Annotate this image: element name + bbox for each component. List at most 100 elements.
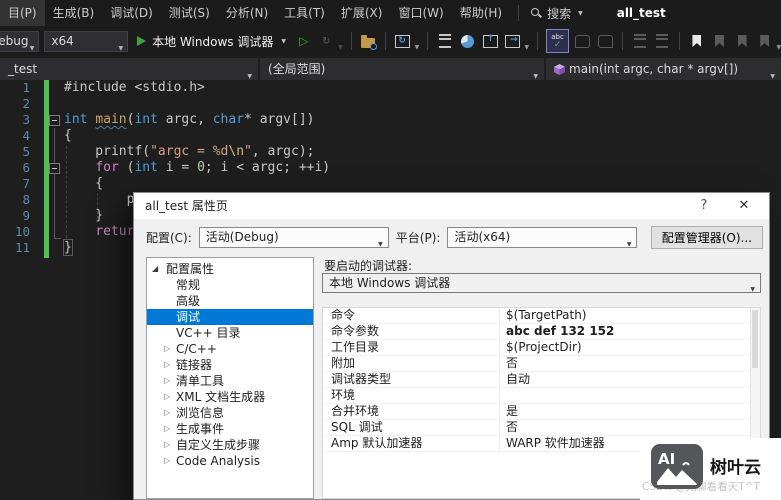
overflow-chevron-icon[interactable]: ▼ bbox=[776, 44, 781, 51]
menu-item-3[interactable]: 测试(S) bbox=[161, 0, 218, 26]
code-line-3[interactable]: int main(int argc, char* argv[]) bbox=[64, 112, 315, 128]
comment-icon[interactable] bbox=[574, 31, 592, 51]
tree-item-生成事件[interactable]: ▷生成事件 bbox=[147, 421, 313, 437]
code-line-1[interactable]: #include <stdio.h> bbox=[64, 80, 205, 96]
tree-collapsed-icon[interactable]: ▷ bbox=[164, 389, 170, 405]
tree-item-配置属性[interactable]: ◢配置属性 bbox=[147, 261, 313, 277]
menu-item-0[interactable]: 目(P) bbox=[0, 0, 45, 26]
property-row-SQL 调试[interactable]: SQL 调试否 bbox=[323, 420, 760, 436]
list-icon[interactable] bbox=[436, 31, 454, 51]
tree-item-XML 文档生成器[interactable]: ▷XML 文档生成器 bbox=[147, 389, 313, 405]
scope-dropdown[interactable]: (全局范围)▼ bbox=[260, 58, 544, 80]
property-value[interactable]: $(ProjectDir) bbox=[500, 340, 760, 355]
menu-item-7[interactable]: 窗口(W) bbox=[390, 0, 451, 26]
tree-item-清单工具[interactable]: ▷清单工具 bbox=[147, 373, 313, 389]
overflow-chevron-icon[interactable]: ▼ bbox=[524, 44, 529, 51]
tree-collapsed-icon[interactable]: ▷ bbox=[164, 405, 170, 421]
tree-item-label: 浏览信息 bbox=[176, 405, 224, 421]
tree-item-Code Analysis[interactable]: ▷Code Analysis bbox=[147, 453, 313, 469]
dialog-title-bar[interactable]: all_test 属性页 ? ✕ bbox=[134, 193, 769, 219]
menu-item-4[interactable]: 分析(N) bbox=[218, 0, 276, 26]
tree-item-高级[interactable]: 高级 bbox=[147, 293, 313, 309]
property-tree[interactable]: ◢配置属性常规高级调试VC++ 目录▷C/C++▷链接器▷清单工具▷XML 文档… bbox=[146, 257, 314, 499]
start-without-debugging-button[interactable]: ▷ bbox=[295, 31, 313, 51]
line-number: 3 bbox=[0, 112, 30, 128]
fold-collapse-icon[interactable] bbox=[49, 163, 60, 174]
overflow-chevron-icon[interactable]: ▼ bbox=[338, 44, 343, 51]
close-icon[interactable]: ✕ bbox=[729, 193, 759, 219]
menu-item-8[interactable]: 帮助(H) bbox=[452, 0, 510, 26]
start-debug-button[interactable]: 本地 Windows 调试器 ▼ bbox=[133, 33, 290, 50]
property-value[interactable]: 是 bbox=[500, 404, 760, 419]
property-row-命令参数[interactable]: 命令参数abc def 132 152 bbox=[323, 324, 760, 340]
pie-chart-icon[interactable] bbox=[459, 31, 477, 51]
tree-expanded-icon[interactable]: ◢ bbox=[152, 261, 158, 277]
debugger-combo[interactable]: 本地 Windows 调试器▼ bbox=[322, 273, 761, 293]
code-line-4[interactable]: { bbox=[64, 128, 72, 144]
box-up-arrow-icon[interactable]: ↑ bbox=[481, 31, 499, 51]
box-right-arrow-icon[interactable]: → bbox=[504, 31, 522, 51]
line-number: 7 bbox=[0, 176, 30, 192]
member-dropdown[interactable]: main(int argc, char * argv[])▼ bbox=[546, 58, 781, 80]
clear-bookmarks-icon[interactable] bbox=[756, 31, 774, 51]
uncomment-icon[interactable] bbox=[597, 31, 615, 51]
tree-collapsed-icon[interactable]: ▷ bbox=[164, 437, 170, 453]
next-bookmark-icon[interactable] bbox=[733, 31, 751, 51]
property-row-调试器类型[interactable]: 调试器类型自动 bbox=[323, 372, 760, 388]
code-line-6[interactable]: for (int i = 0; i < argc; ++i) bbox=[64, 160, 330, 176]
property-row-合并环境[interactable]: 合并环境是 bbox=[323, 404, 760, 420]
chevron-down-icon: ▼ bbox=[750, 281, 755, 299]
indent-decrease-icon[interactable] bbox=[631, 31, 649, 51]
configuration-manager-button[interactable]: 配置管理器(O)... bbox=[651, 226, 763, 249]
chevron-down-icon: ▼ bbox=[770, 66, 775, 80]
tree-item-VC++ 目录[interactable]: VC++ 目录 bbox=[147, 325, 313, 341]
tree-collapsed-icon[interactable]: ▷ bbox=[164, 421, 170, 437]
abc-check-icon[interactable]: abc✓ bbox=[546, 29, 569, 53]
search-box[interactable]: 搜索 ▼ bbox=[527, 5, 587, 22]
dialog-configuration-combo[interactable]: 活动(Debug)▼ bbox=[199, 227, 389, 248]
tree-item-调试[interactable]: 调试 bbox=[147, 309, 313, 325]
platform-combo[interactable]: x64▼ bbox=[44, 31, 128, 52]
tree-item-常规[interactable]: 常规 bbox=[147, 277, 313, 293]
code-line-11[interactable]: } bbox=[64, 240, 72, 256]
property-value[interactable]: 否 bbox=[500, 420, 760, 435]
property-value[interactable]: 自动 bbox=[500, 372, 760, 387]
tree-collapsed-icon[interactable]: ▷ bbox=[164, 373, 170, 389]
menu-item-6[interactable]: 扩展(X) bbox=[333, 0, 391, 26]
property-value[interactable] bbox=[500, 388, 760, 403]
property-value[interactable]: abc def 132 152 bbox=[500, 324, 760, 339]
overflow-chevron-icon[interactable]: ▼ bbox=[415, 44, 420, 51]
indent-increase-icon[interactable] bbox=[654, 31, 672, 51]
property-row-环境[interactable]: 环境 bbox=[323, 388, 760, 404]
tree-collapsed-icon[interactable]: ▷ bbox=[164, 453, 170, 469]
property-row-命令[interactable]: 命令$(TargetPath) bbox=[323, 308, 760, 324]
tree-item-链接器[interactable]: ▷ 链接器 bbox=[147, 357, 313, 373]
folder-search-icon[interactable] bbox=[360, 31, 378, 51]
help-button[interactable]: ? bbox=[691, 193, 717, 219]
menu-item-2[interactable]: 调试(D) bbox=[102, 0, 161, 26]
tree-collapsed-icon[interactable]: ▷ bbox=[164, 341, 170, 357]
restart-button[interactable]: ↻ bbox=[318, 31, 336, 51]
tree-item-C/C++[interactable]: ▷C/C++ bbox=[147, 341, 313, 357]
window-sync-icon[interactable]: ↻ bbox=[394, 31, 412, 51]
tree-collapsed-icon[interactable]: ▷ bbox=[164, 357, 170, 373]
bookmark-icon[interactable] bbox=[688, 31, 706, 51]
menu-item-5[interactable]: 工具(T) bbox=[276, 0, 333, 26]
code-line-7[interactable]: { bbox=[64, 176, 103, 192]
menu-item-1[interactable]: 生成(B) bbox=[45, 0, 103, 26]
tree-item-label: 链接器 bbox=[176, 357, 212, 373]
previous-bookmark-icon[interactable] bbox=[711, 31, 729, 51]
chevron-down-icon: ▼ bbox=[119, 39, 124, 52]
project-dropdown[interactable]: _test▼ bbox=[0, 58, 258, 80]
code-line-9[interactable]: } bbox=[64, 208, 103, 224]
tree-item-浏览信息[interactable]: ▷ 浏览信息 bbox=[147, 405, 313, 421]
code-line-5[interactable]: printf("argc = %d\n", argc); bbox=[64, 144, 314, 160]
property-value[interactable]: 否 bbox=[500, 356, 760, 371]
property-value[interactable]: $(TargetPath) bbox=[500, 308, 760, 323]
dialog-platform-combo[interactable]: 活动(x64)▼ bbox=[447, 227, 637, 248]
configuration-combo[interactable]: Debug▼ bbox=[0, 31, 39, 52]
tree-item-自定义生成步骤[interactable]: ▷自定义生成步骤 bbox=[147, 437, 313, 453]
fold-collapse-icon[interactable] bbox=[49, 115, 60, 126]
property-row-附加[interactable]: 附加否 bbox=[323, 356, 760, 372]
property-row-工作目录[interactable]: 工作目录$(ProjectDir) bbox=[323, 340, 760, 356]
